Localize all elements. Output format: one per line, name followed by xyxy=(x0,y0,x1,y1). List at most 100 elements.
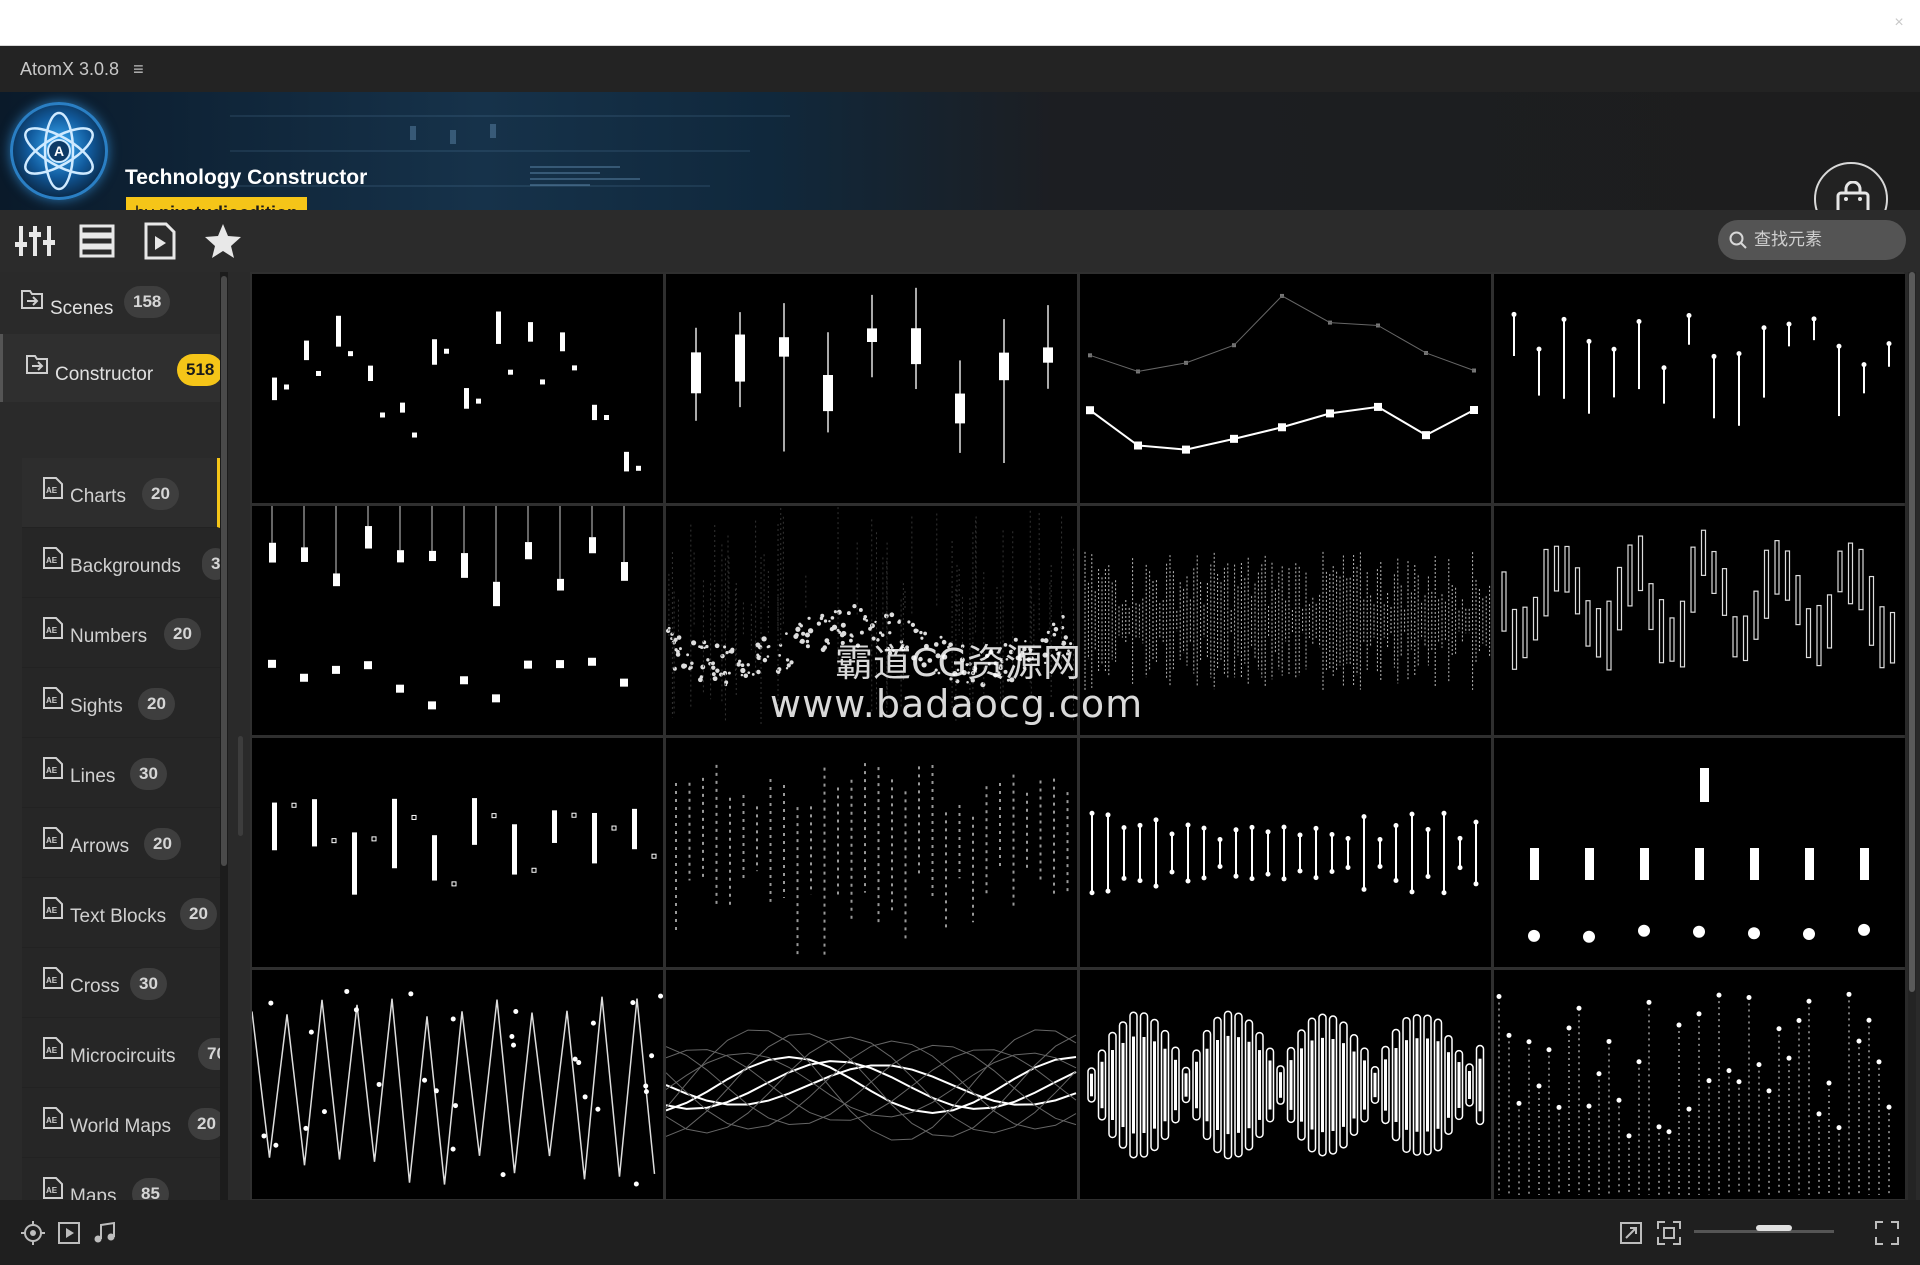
svg-text:AE: AE xyxy=(46,1116,58,1125)
ae-file-icon: AE xyxy=(43,1177,63,1199)
sliders-icon[interactable] xyxy=(14,220,56,262)
sidebar-item-numbers[interactable]: AE Numbers 20 xyxy=(22,598,220,668)
ae-file-icon: AE xyxy=(43,547,63,569)
item-label: Maps xyxy=(70,1186,117,1200)
sidebar-item-sights[interactable]: AE Sights 20 xyxy=(22,668,220,738)
thumbnail-graphic xyxy=(272,798,657,895)
list-icon[interactable] xyxy=(76,220,118,262)
author-name: nixstudioedition xyxy=(159,203,298,210)
svg-text:AE: AE xyxy=(46,626,58,635)
app-window: AtomX 3.0.8 ≡ A Technology Constructor 查… xyxy=(0,46,1920,1265)
thumbnail-graphic xyxy=(1496,991,1892,1195)
search-input[interactable]: 查找元素 xyxy=(1718,220,1906,260)
fit-icon[interactable] xyxy=(1656,1220,1682,1246)
ae-file-icon: AE xyxy=(43,687,63,709)
search-placeholder: 查找元素 xyxy=(1754,230,1822,249)
sidebar-item-backgrounds[interactable]: AE Backgrounds 3 xyxy=(22,528,228,598)
item-label: Text Blocks xyxy=(70,906,167,927)
play-box-icon[interactable] xyxy=(56,1220,82,1246)
thumbnail-graphic xyxy=(268,506,628,710)
preview-thumbnail[interactable] xyxy=(1494,506,1905,735)
search-icon xyxy=(1729,231,1747,249)
zoom-slider-handle[interactable] xyxy=(1756,1225,1793,1231)
star-icon[interactable] xyxy=(202,220,244,262)
toolbar: 查找元素 xyxy=(0,210,1920,272)
preview-thumbnail[interactable] xyxy=(666,274,1077,503)
preview-thumbnail[interactable] xyxy=(1080,274,1491,503)
item-count: 30 xyxy=(130,758,167,790)
item-label: Charts xyxy=(70,486,126,507)
preview-thumbnail[interactable] xyxy=(252,738,663,967)
preview-thumbnail[interactable] xyxy=(1494,970,1905,1199)
item-count: 20 xyxy=(138,688,175,720)
author-prefix: by xyxy=(135,203,154,210)
preview-thumbnail[interactable] xyxy=(1080,506,1491,735)
preview-thumbnail[interactable] xyxy=(252,506,663,735)
author-badge[interactable]: by nixstudioedition xyxy=(126,197,308,210)
thumbnail-graphic xyxy=(252,988,663,1187)
preview-thumbnail[interactable] xyxy=(666,738,1077,967)
sidebar-item-cross[interactable]: AE Cross 30 xyxy=(22,948,220,1018)
item-label: Sights xyxy=(70,696,123,717)
thumbnail-graphic xyxy=(1089,810,1479,896)
sidebar-item-maps[interactable]: AE Maps 85 xyxy=(22,1158,220,1200)
preview-thumbnail[interactable] xyxy=(1494,738,1905,967)
ae-file-icon: AE xyxy=(43,1037,63,1059)
sidebar-scroll-thumb[interactable] xyxy=(221,276,227,866)
sidebar-item-text-blocks[interactable]: AE Text Blocks 20 xyxy=(22,878,220,948)
item-count: 20 xyxy=(144,828,181,860)
product-title: Technology Constructor xyxy=(125,166,368,189)
item-count: 20 xyxy=(164,618,201,650)
category-count: 518 xyxy=(177,354,224,386)
preview-thumbnail[interactable] xyxy=(1494,274,1905,503)
item-label: Lines xyxy=(70,766,116,787)
preview-thumbnail[interactable] xyxy=(1080,970,1491,1199)
item-label: World Maps xyxy=(70,1116,172,1137)
sidebar-category-scenes[interactable]: Scenes 158 xyxy=(0,272,220,332)
target-icon[interactable] xyxy=(20,1220,46,1246)
fullscreen-icon[interactable] xyxy=(1874,1220,1900,1246)
preview-thumbnail[interactable] xyxy=(1080,738,1491,967)
sidebar-item-charts[interactable]: AE Charts 20 xyxy=(22,458,220,528)
ae-file-icon: AE xyxy=(43,617,63,639)
thumbnail-graphic xyxy=(675,763,1069,957)
window-close-button[interactable]: × xyxy=(1888,12,1910,34)
sidebar-scrollbar[interactable] xyxy=(220,272,228,1200)
thumbnail-graphic xyxy=(1086,293,1478,454)
preview-thumbnail[interactable] xyxy=(252,970,663,1199)
svg-text:AE: AE xyxy=(46,836,58,845)
svg-text:A: A xyxy=(54,143,64,159)
thumbnail-graphic xyxy=(1084,551,1491,691)
thumbnail-graphic xyxy=(666,1029,1077,1141)
folder-icon xyxy=(26,355,48,374)
file-play-icon[interactable] xyxy=(138,220,180,262)
sidebar-category-constructor[interactable]: Constructor 518 xyxy=(0,334,224,402)
svg-text:AE: AE xyxy=(46,1046,58,1055)
app-title: AtomX 3.0.8 xyxy=(20,58,120,79)
ae-file-icon: AE xyxy=(43,1107,63,1129)
preview-thumbnail[interactable] xyxy=(666,970,1077,1199)
svg-text:AE: AE xyxy=(46,906,58,915)
ae-file-icon: AE xyxy=(43,897,63,919)
expand-icon[interactable] xyxy=(1618,1220,1644,1246)
preview-thumbnail[interactable] xyxy=(666,506,1077,735)
thumbnail-graphic xyxy=(1528,768,1870,943)
grid-scroll-thumb[interactable] xyxy=(1909,272,1915,992)
preview-thumbnail[interactable] xyxy=(252,274,663,503)
sidebar-item-world-maps[interactable]: AE World Maps 20 xyxy=(22,1088,225,1158)
category-label: Constructor xyxy=(55,364,154,385)
thumbnail-graphic xyxy=(1087,1010,1485,1160)
item-label: Cross xyxy=(70,976,120,997)
ae-file-icon: AE xyxy=(43,757,63,779)
music-note-icon[interactable] xyxy=(92,1220,118,1246)
grid-scrollbar[interactable] xyxy=(1908,272,1916,1200)
shopping-bag-button[interactable] xyxy=(1814,162,1888,210)
item-label: Numbers xyxy=(70,626,148,647)
hamburger-menu-icon[interactable]: ≡ xyxy=(133,59,144,80)
item-count: 20 xyxy=(180,898,217,930)
sidebar-item-microcircuits[interactable]: AE Microcircuits 70 xyxy=(22,1018,228,1088)
sidebar-item-lines[interactable]: AE Lines 30 xyxy=(22,738,220,808)
window-top-strip: × xyxy=(0,0,1920,46)
panel-splitter[interactable] xyxy=(238,736,243,836)
sidebar-item-arrows[interactable]: AE Arrows 20 xyxy=(22,808,220,878)
